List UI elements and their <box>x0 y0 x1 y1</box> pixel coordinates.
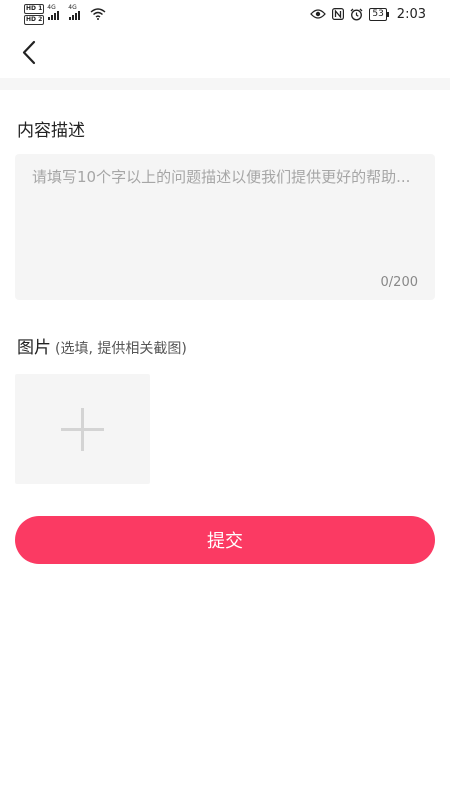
chevron-left-icon <box>22 40 36 65</box>
network-type-1: 4G <box>47 4 56 11</box>
status-left-icons: HD 1 HD 2 4G 4G <box>24 3 106 25</box>
signal-2-icon: 4G <box>68 4 81 20</box>
status-right-icons: 53 2:03 <box>310 4 426 24</box>
hd-2-badge: HD 2 <box>24 14 45 25</box>
image-section-header: 图片 (选填, 提供相关截图) <box>17 333 187 358</box>
wifi-icon <box>90 8 106 20</box>
status-time: 2:03 <box>396 6 426 22</box>
char-counter: 0/200 <box>380 275 418 290</box>
hd-1-badge: HD 1 <box>24 3 45 14</box>
nfc-icon <box>332 8 345 20</box>
nav-bar <box>0 28 450 78</box>
network-type-2: 4G <box>68 4 77 11</box>
battery-level: 53 <box>369 7 390 21</box>
description-title: 内容描述 <box>17 121 85 141</box>
add-image-button[interactable] <box>15 374 150 484</box>
back-button[interactable] <box>14 38 44 68</box>
status-bar: HD 1 HD 2 4G 4G 53 2:03 <box>0 0 450 28</box>
submit-button[interactable]: 提交 <box>15 516 435 564</box>
alarm-icon <box>350 8 363 20</box>
image-hint: (选填, 提供相关截图) <box>55 341 187 357</box>
signal-1-icon: 4G <box>47 4 60 20</box>
description-box: 0/200 <box>15 154 435 300</box>
image-title: 图片 <box>17 338 51 358</box>
description-input[interactable] <box>32 166 424 266</box>
eye-icon <box>310 9 327 19</box>
header-divider <box>0 78 450 90</box>
